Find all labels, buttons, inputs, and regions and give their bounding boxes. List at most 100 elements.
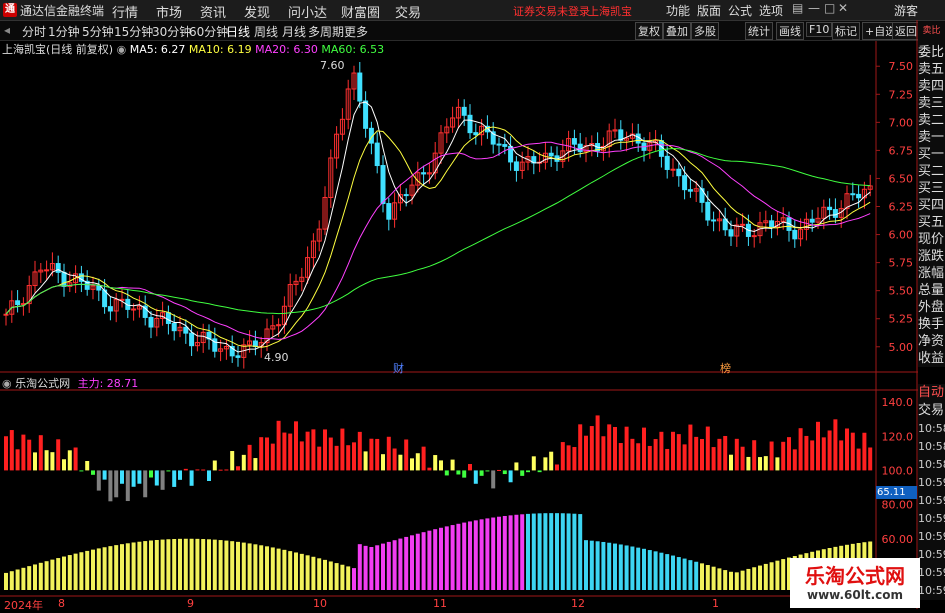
candle-body-2: [15, 300, 21, 306]
side-trade-item-0[interactable]: 自动: [918, 384, 945, 402]
side-item-15: 外盘: [918, 300, 945, 315]
ind-bar-63: [369, 438, 374, 471]
side-time-7: 10:59: [918, 548, 945, 561]
ind-low-bar-84: [491, 517, 496, 590]
ind-low-bar-134: [781, 559, 786, 590]
ind-low-bar-77: [450, 525, 455, 590]
ind-bar-120: [700, 438, 704, 471]
ind-bar-41: [241, 454, 246, 471]
ind-low-bar-17: [102, 547, 107, 590]
indicator-toggle-icon[interactable]: ◉: [2, 377, 12, 390]
ind-bar-59: [346, 445, 351, 471]
indicator-series: [4, 415, 873, 590]
marker-cai[interactable]: 财: [393, 360, 404, 376]
candle-body-22: [131, 308, 137, 311]
ind-bar-10: [62, 459, 66, 471]
ind-bar-69: [404, 439, 409, 471]
ind-bar-25: [149, 470, 153, 478]
ind-bar-110: [642, 427, 646, 471]
ind-low-bar-106: [618, 544, 623, 590]
ind-bar-88: [514, 462, 519, 471]
ind-bar-64: [375, 438, 380, 471]
ind-low-bar-75: [439, 527, 443, 590]
ind-low-bar-34: [201, 539, 206, 590]
ind-low-bar-7: [44, 561, 49, 590]
side-item-5: 卖一: [918, 130, 945, 145]
ind-bar-60: [352, 442, 356, 471]
ind-bar-48: [282, 432, 287, 471]
candle-body-64: [374, 142, 380, 167]
ind-bar-67: [392, 448, 397, 471]
ind-bar-95: [555, 464, 559, 471]
ind-bar-85: [497, 469, 501, 471]
ind-low-bar-102: [595, 541, 600, 590]
ind-low-bar-79: [462, 522, 467, 590]
side-panel-trade: 自动 交易: [918, 384, 945, 420]
ind-bar-42: [247, 444, 252, 471]
ind-bar-103: [601, 436, 606, 471]
ind-bar-76: [444, 470, 449, 476]
ind-bar-22: [131, 470, 136, 487]
price-tick-7: 5.75: [889, 257, 914, 270]
marker-bang[interactable]: 榜: [720, 360, 731, 376]
ind-bar-62: [363, 451, 368, 471]
ind-bar-29: [172, 470, 177, 487]
ind-bar-73: [427, 467, 432, 471]
ind-low-bar-44: [259, 545, 264, 590]
ind-low-bar-54: [317, 558, 322, 590]
ind-low-bar-70: [410, 535, 414, 590]
side-panel-times: 10:58 10:58 10:58 10:59 10:59 10:59 10:59 10:59…: [918, 420, 945, 600]
side-item-9: 买四: [918, 198, 945, 213]
candle-body-129: [751, 235, 757, 238]
ind-bar-143: [833, 419, 838, 471]
ind-bar-37: [218, 469, 223, 471]
side-item-2: 卖四: [918, 79, 945, 94]
ind-bar-39: [230, 451, 235, 471]
ind-bar-112: [653, 439, 658, 471]
ind-low-bar-111: [647, 550, 652, 590]
price-tick-0: 7.50: [889, 60, 914, 73]
candle-body-29: [171, 322, 177, 332]
ind-low-bar-109: [636, 547, 641, 590]
price-tick-6: 6.00: [889, 229, 914, 242]
ind-low-bar-22: [131, 542, 136, 590]
ind-tick-2: 100.0: [882, 464, 914, 477]
candle-body-79: [461, 106, 467, 116]
ind-bar-26: [154, 470, 159, 486]
ind-bar-111: [647, 445, 652, 471]
ind-tick-4: 60.00: [882, 533, 914, 546]
chart-canvas[interactable]: 7.50 7.25 7.00 6.75 6.50 6.25 6.00 5.75 5.50 5.25…: [0, 0, 945, 609]
ind-bar-43: [253, 458, 258, 471]
ind-low-bar-33: [195, 538, 200, 590]
ind-bar-147: [856, 448, 861, 471]
ind-low-bar-46: [270, 547, 275, 590]
ind-bar-53: [311, 429, 316, 471]
ind-bar-131: [763, 456, 768, 471]
ind-low-bar-131: [763, 563, 768, 590]
ind-low-bar-124: [723, 570, 728, 590]
watermark-title: 乐淘公式网: [805, 564, 905, 588]
ind-bar-51: [299, 441, 304, 471]
side-trade-item-1[interactable]: 交易: [918, 402, 945, 420]
x-label-sep: 9: [187, 597, 194, 610]
candle-body-146: [850, 193, 856, 196]
ind-bar-82: [479, 470, 484, 476]
candle-body-142: [827, 206, 833, 211]
x-label-dec: 12: [571, 597, 585, 610]
ind-low-bar-74: [433, 529, 438, 590]
candle-body-0: [3, 313, 9, 316]
x-label-nov: 11: [433, 597, 447, 610]
ind-low-bar-126: [734, 572, 739, 590]
ind-low-bar-85: [497, 516, 501, 590]
price-tick-4: 6.50: [889, 172, 914, 185]
ind-bar-137: [798, 428, 803, 471]
ind-low-bar-1: [9, 571, 14, 590]
ind-bar-140: [816, 421, 820, 471]
ind-low-bar-133: [775, 560, 780, 590]
ind-low-bar-20: [120, 544, 124, 590]
ind-bar-44: [259, 437, 264, 471]
ind-bar-101: [589, 426, 594, 471]
ind-bar-114: [665, 448, 670, 471]
side-item-14: 总量: [918, 283, 945, 298]
legend-toggle-icon[interactable]: ◉: [117, 43, 127, 56]
